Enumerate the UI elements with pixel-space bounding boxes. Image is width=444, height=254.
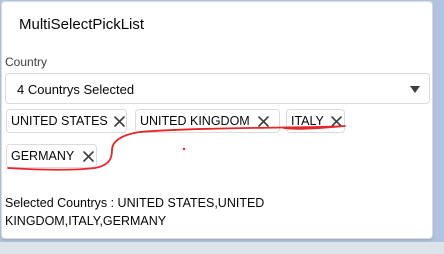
country-combobox[interactable]: 4 Countrys Selected (5, 73, 430, 104)
pill-label: ITALY (291, 114, 324, 128)
multiselect-card: MultiSelectPickList Country 4 Countrys S… (1, 1, 433, 239)
pill-united-kingdom[interactable]: UNITED KINGDOM (135, 109, 280, 133)
close-icon[interactable] (114, 113, 126, 129)
country-field-label: Country (5, 55, 48, 69)
pill-label: UNITED KINGDOM (140, 114, 250, 128)
card-title: MultiSelectPickList (19, 16, 145, 33)
combobox-selected-value: 4 Countrys Selected (17, 82, 135, 97)
pill-germany[interactable]: GERMANY (6, 144, 97, 168)
page-background-strip (0, 242, 444, 254)
close-icon[interactable] (256, 113, 272, 129)
pill-italy[interactable]: ITALY (286, 109, 345, 133)
close-icon[interactable] (80, 148, 96, 164)
selected-countries-summary: Selected Countrys : UNITED STATES,UNITED… (5, 194, 295, 230)
pill-label: UNITED STATES (11, 114, 108, 128)
pill-united-states[interactable]: UNITED STATES (6, 109, 127, 133)
chevron-down-icon[interactable] (410, 86, 420, 93)
summary-line-1: Selected Countrys : UNITED STATES,UNITED (5, 196, 265, 210)
summary-line-2: KINGDOM,ITALY,GERMANY (5, 214, 167, 228)
pill-label: GERMANY (11, 149, 75, 163)
close-icon[interactable] (330, 113, 344, 129)
